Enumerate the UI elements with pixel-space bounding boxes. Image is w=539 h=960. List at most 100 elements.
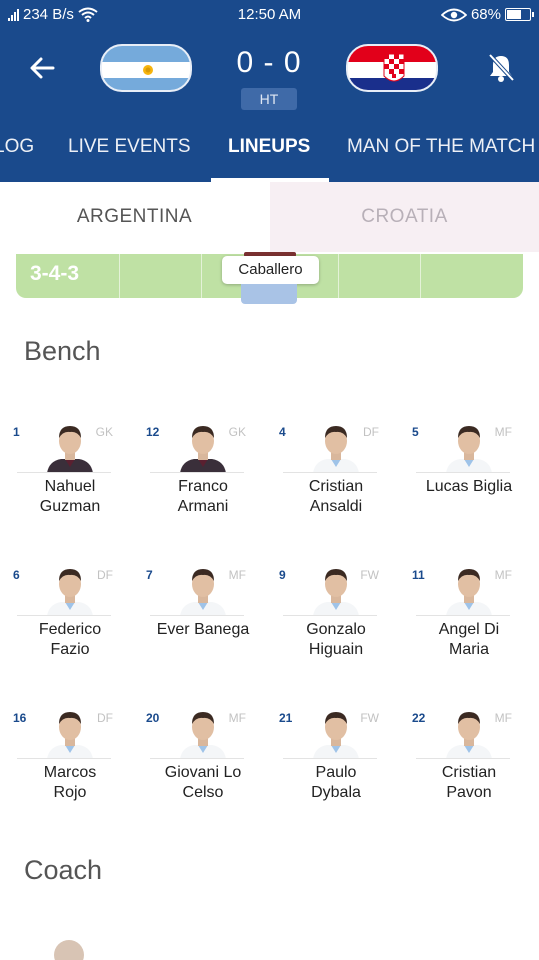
bench-title: Bench	[24, 336, 101, 366]
player-name-line-1: Lucas Biglia	[425, 478, 513, 495]
player-name-line-2: Maria	[448, 641, 489, 658]
card-divider	[17, 615, 111, 616]
bell-off-icon[interactable]	[486, 52, 516, 84]
player-name-line-1: Angel Di	[438, 621, 500, 638]
match-tabs: LOG LIVE EVENTS LINEUPS MAN OF THE MATCH	[0, 128, 539, 182]
player-position: MF	[228, 568, 246, 582]
status-bar: 234 B/s 12:50 AM 68%	[0, 0, 539, 28]
bench-player-card[interactable]: 9 FW Gonzalo Higuain	[271, 564, 401, 664]
player-number: 4	[279, 425, 286, 439]
player-name-line-1: Cristian	[441, 764, 497, 781]
player-name: Cristian Pavon	[404, 763, 534, 803]
player-position: MF	[494, 425, 512, 439]
player-number: 12	[146, 425, 160, 439]
card-divider	[283, 472, 377, 473]
player-photo	[45, 707, 95, 759]
status-right: 68%	[440, 6, 534, 23]
player-position: FW	[360, 711, 379, 725]
player-name-line-2: Pavon	[446, 784, 492, 801]
bench-player-card[interactable]: 6 DF Federico Fazio	[5, 564, 135, 664]
card-divider	[150, 758, 244, 759]
player-position: MF	[228, 711, 246, 725]
player-photo	[444, 707, 494, 759]
player-name: Ever Banega	[138, 620, 268, 640]
bench-player-card[interactable]: 22 MF Cristian Pavon	[404, 707, 534, 807]
bench-player-card[interactable]: 1 GK Nahuel Guzman	[5, 421, 135, 521]
player-position: MF	[494, 568, 512, 582]
player-name-line-1: Franco	[178, 478, 228, 495]
player-number: 1	[13, 425, 20, 439]
card-divider	[416, 472, 510, 473]
player-name: Marcos Rojo	[5, 763, 135, 803]
pitch-player-chip[interactable]: Caballero	[222, 256, 319, 284]
player-name: Lucas Biglia	[404, 477, 534, 497]
player-number: 6	[13, 568, 20, 582]
formation-label: 3-4-3	[30, 262, 80, 285]
player-photo	[311, 564, 361, 616]
player-position: GK	[95, 425, 113, 439]
player-name-line-1: Marcos	[43, 764, 97, 781]
bench-player-card[interactable]: 20 MF Giovani Lo Celso	[138, 707, 268, 807]
player-name-line-1: Ever Banega	[156, 621, 250, 638]
player-number: 22	[412, 711, 426, 725]
player-photo	[178, 564, 228, 616]
pitch-player-photo	[241, 284, 297, 304]
player-position: DF	[97, 568, 113, 582]
card-divider	[17, 758, 111, 759]
bench-player-card[interactable]: 4 DF Cristian Ansaldi	[271, 421, 401, 521]
player-name: Federico Fazio	[5, 620, 135, 660]
player-number: 7	[146, 568, 153, 582]
player-name: Nahuel Guzman	[5, 477, 135, 517]
player-number: 16	[13, 711, 27, 725]
battery-percent: 68%	[470, 6, 501, 23]
player-name-line-1: Giovani Lo	[164, 764, 242, 781]
match-score: 0 - 0	[236, 46, 302, 79]
player-name-line-1: Nahuel	[44, 478, 96, 495]
player-photo	[444, 564, 494, 616]
team-tab-argentina[interactable]: ARGENTINA	[0, 182, 269, 252]
match-header: 234 B/s 12:50 AM 68% 0 - 0 HT OG LIVE EV…	[0, 0, 539, 182]
pitch-line	[420, 254, 421, 298]
player-name-line-2: Ansaldi	[309, 498, 363, 515]
argentina-flag	[100, 44, 192, 92]
player-name-line-1: Gonzalo	[306, 621, 366, 638]
period-badge: HT	[241, 88, 297, 110]
player-photo	[45, 421, 95, 473]
card-divider	[150, 615, 244, 616]
player-number: 5	[412, 425, 419, 439]
player-name-line-2: Celso	[182, 784, 224, 801]
player-position: MF	[494, 711, 512, 725]
player-name: Gonzalo Higuain	[271, 620, 401, 660]
back-arrow-icon[interactable]	[28, 52, 56, 84]
player-position: DF	[363, 425, 379, 439]
bench-player-card[interactable]: 11 MF Angel Di Maria	[404, 564, 534, 664]
pitch-line	[201, 254, 202, 298]
bench-player-card[interactable]: 16 DF Marcos Rojo	[5, 707, 135, 807]
pitch-line	[119, 254, 120, 298]
team-tab-croatia[interactable]: CROATIA	[270, 182, 539, 252]
card-divider	[150, 472, 244, 473]
player-name: Franco Armani	[138, 477, 268, 517]
bench-player-card[interactable]: 5 MF Lucas Biglia	[404, 421, 534, 521]
coach-avatar[interactable]	[54, 940, 84, 960]
player-number: 21	[279, 711, 293, 725]
bench-player-card[interactable]: 21 FW Paulo Dybala	[271, 707, 401, 807]
player-position: DF	[97, 711, 113, 725]
tab-log[interactable]: LOG	[0, 136, 34, 158]
player-name-line-2: Armani	[177, 498, 229, 515]
player-name-line-1: Paulo	[315, 764, 357, 781]
tab-lineups[interactable]: LINEUPS	[228, 136, 310, 158]
battery-fill	[507, 10, 521, 19]
player-number: 11	[412, 568, 425, 582]
bench-player-card[interactable]: 12 GK Franco Armani	[138, 421, 268, 521]
player-name-line-2: Guzman	[39, 498, 101, 515]
tab-man-of-the-match[interactable]: MAN OF THE MATCH	[347, 136, 535, 158]
player-number: 20	[146, 711, 160, 725]
player-name: Giovani Lo Celso	[138, 763, 268, 803]
tab-live-events[interactable]: LIVE EVENTS	[68, 136, 191, 158]
player-photo	[444, 421, 494, 473]
bench-player-card[interactable]: 7 MF Ever Banega	[138, 564, 268, 664]
player-position: GK	[228, 425, 246, 439]
player-photo	[45, 564, 95, 616]
card-divider	[416, 615, 510, 616]
